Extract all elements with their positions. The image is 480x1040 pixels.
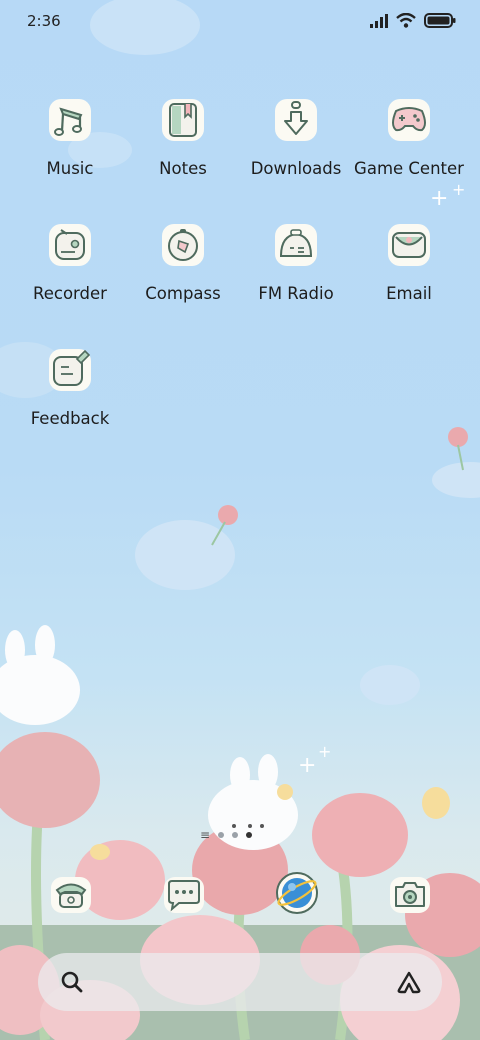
music-note-icon [49, 99, 91, 141]
app-label: Compass [145, 284, 221, 303]
app-label: FM Radio [258, 284, 334, 303]
app-music[interactable]: Music [15, 95, 125, 178]
feedback-icon [49, 349, 91, 391]
svg-text:+: + [452, 180, 465, 199]
system-icons [370, 13, 456, 28]
status-bar: 2:36 [0, 0, 480, 44]
signal-icon [370, 13, 388, 28]
app-downloads[interactable]: Downloads [241, 95, 351, 178]
page-dot [218, 832, 225, 838]
phone-icon[interactable] [48, 872, 94, 918]
app-label: Email [386, 284, 432, 303]
wifi-icon [396, 13, 416, 28]
app-label: Downloads [250, 159, 342, 178]
svg-text:+: + [318, 742, 331, 761]
messages-icon[interactable] [161, 872, 207, 918]
app-drawer-menu-icon[interactable]: ≡ [200, 828, 210, 842]
search-bar[interactable] [38, 953, 442, 1011]
camera-icon[interactable] [387, 872, 433, 918]
browser-planet-icon[interactable] [274, 870, 320, 916]
app-email[interactable]: Email [354, 220, 464, 303]
assistant-icon[interactable] [396, 970, 422, 994]
download-arrow-icon [275, 99, 317, 141]
app-label: Feedback [30, 409, 110, 428]
app-label: Recorder [33, 284, 107, 303]
page-indicator[interactable]: ≡ [200, 828, 253, 842]
app-label: Notes [159, 159, 207, 178]
app-feedback[interactable]: Feedback [15, 345, 125, 428]
app-notes[interactable]: Notes [128, 95, 238, 178]
email-icon [388, 224, 430, 266]
app-label: Music [46, 159, 94, 178]
page-dot-active [246, 832, 253, 838]
home-screen: + + + + 2:36 Music Notes Downloads Game … [0, 0, 480, 1040]
page-dot [232, 832, 239, 838]
compass-icon [162, 224, 204, 266]
svg-text:+: + [430, 186, 448, 211]
app-game-center[interactable]: Game Center [354, 95, 464, 178]
recorder-icon [49, 224, 91, 266]
gamepad-icon [388, 99, 430, 141]
app-compass[interactable]: Compass [128, 220, 238, 303]
app-recorder[interactable]: Recorder [15, 220, 125, 303]
search-icon[interactable] [60, 970, 84, 994]
notebook-icon [162, 99, 204, 141]
status-time: 2:36 [27, 12, 61, 30]
svg-text:+: + [298, 753, 316, 778]
app-label: Game Center [354, 159, 464, 178]
radio-icon [275, 224, 317, 266]
app-fm-radio[interactable]: FM Radio [241, 220, 351, 303]
battery-icon [424, 13, 456, 28]
